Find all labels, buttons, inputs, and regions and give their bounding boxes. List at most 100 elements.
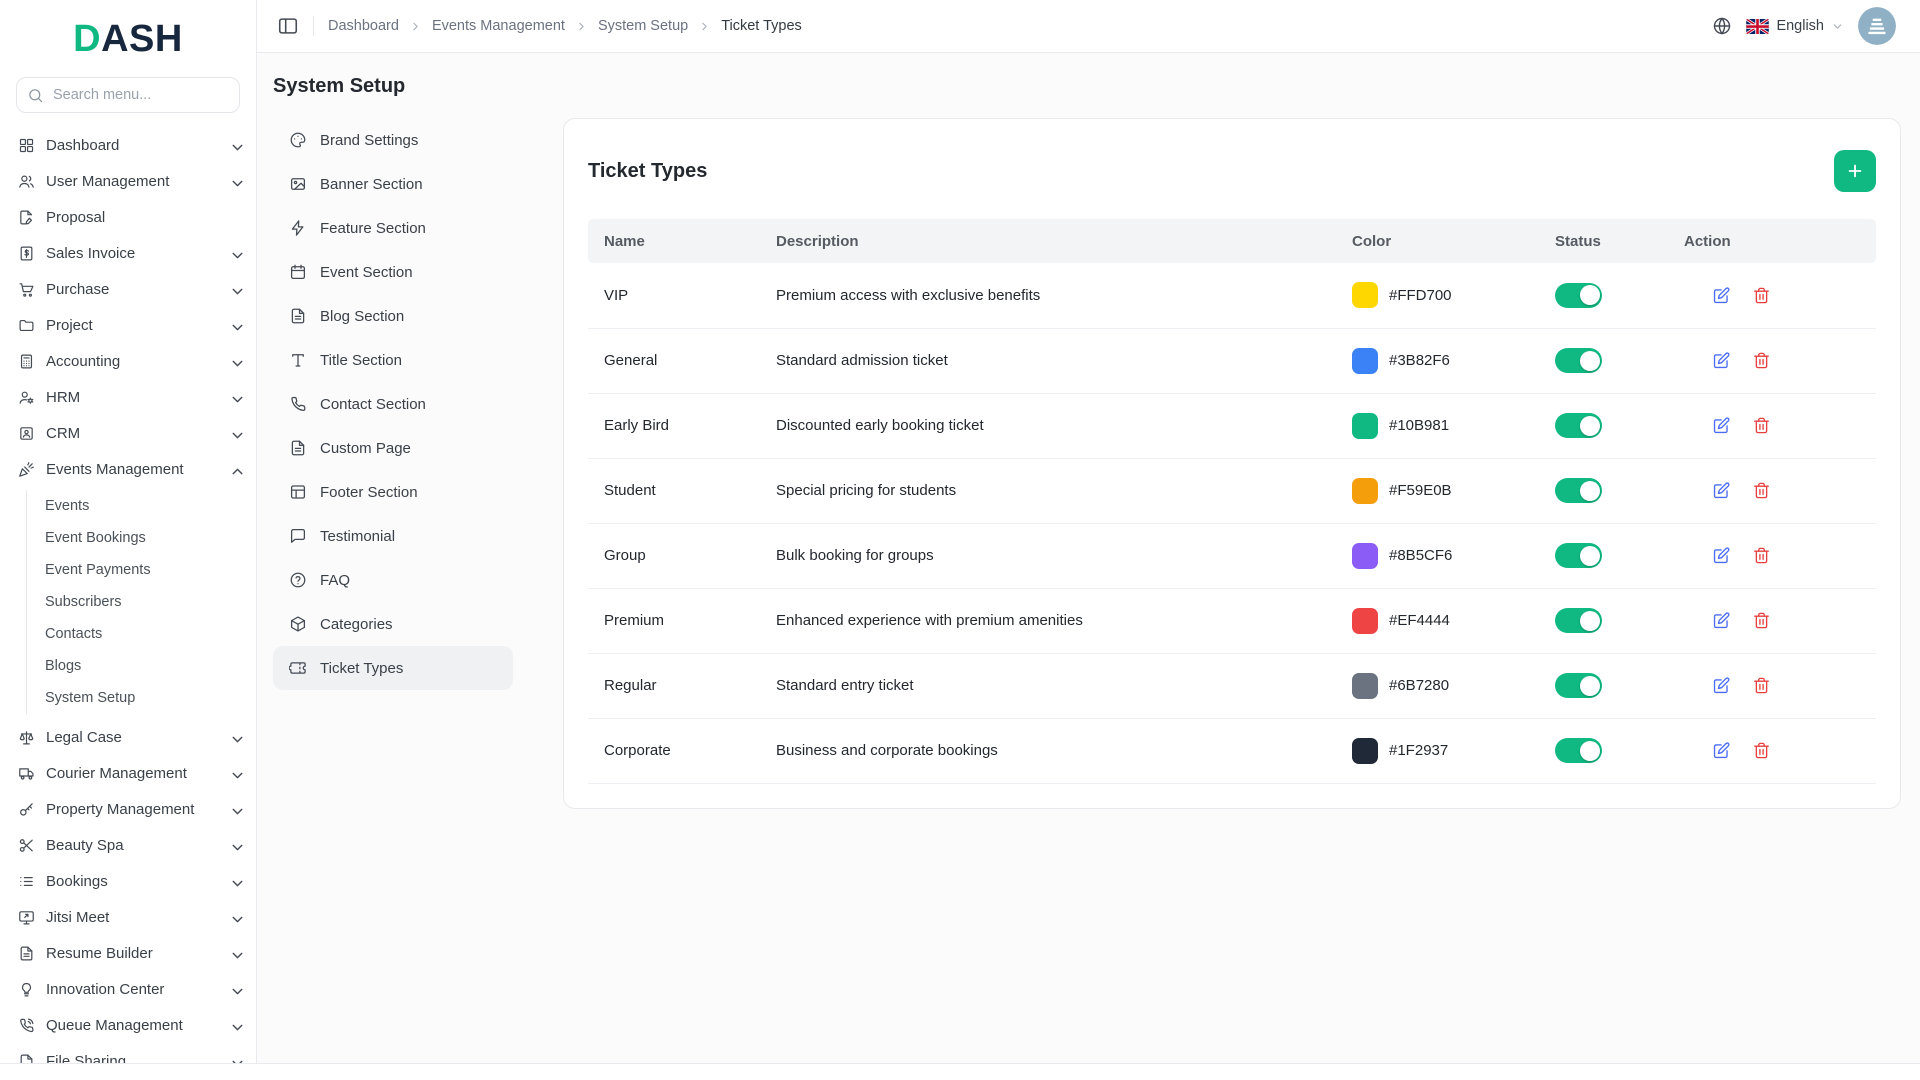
sidebar-item-bookings[interactable]: Bookings	[0, 863, 256, 899]
key-icon	[18, 801, 35, 818]
breadcrumb-item-system-setup[interactable]: System Setup	[598, 18, 688, 34]
sidebar-item-courier-management[interactable]: Courier Management	[0, 755, 256, 791]
sidebar-item-label: Resume Builder	[46, 945, 153, 962]
cell-color: #3B82F6	[1336, 328, 1539, 393]
sidebar-item-label: HRM	[46, 389, 80, 406]
delete-button[interactable]	[1752, 741, 1771, 760]
search-input[interactable]	[16, 77, 240, 113]
chevron-down-icon	[229, 947, 242, 960]
language-selector[interactable]: English	[1746, 18, 1844, 34]
cell-color: #EF4444	[1336, 588, 1539, 653]
sidebar-subitem-contacts[interactable]: Contacts	[27, 618, 256, 650]
sidebar-item-proposal[interactable]: Proposal	[0, 199, 256, 235]
sidebar-item-purchase[interactable]: Purchase	[0, 271, 256, 307]
breadcrumb-item-dashboard[interactable]: Dashboard	[328, 18, 399, 34]
sidebar-item-innovation-center[interactable]: Innovation Center	[0, 971, 256, 1007]
edit-button[interactable]	[1712, 676, 1731, 695]
breadcrumb-item-events-management[interactable]: Events Management	[432, 18, 565, 34]
sidebar-item-accounting[interactable]: Accounting	[0, 343, 256, 379]
sidebar-item-user-management[interactable]: User Management	[0, 163, 256, 199]
status-toggle[interactable]	[1555, 283, 1602, 308]
sidebar-item-label: File Sharing	[46, 1053, 126, 1064]
sidebar-subitem-event-bookings[interactable]: Event Bookings	[27, 522, 256, 554]
setup-menu-item-banner-section[interactable]: Banner Section	[273, 162, 513, 206]
cell-color: #8B5CF6	[1336, 523, 1539, 588]
screen-share-icon	[18, 909, 35, 926]
setup-menu-item-title-section[interactable]: Title Section	[273, 338, 513, 382]
setup-menu-item-label: Feature Section	[320, 220, 426, 237]
setup-menu-item-blog-section[interactable]: Blog Section	[273, 294, 513, 338]
sidebar-item-property-management[interactable]: Property Management	[0, 791, 256, 827]
sidebar-item-dashboard[interactable]: Dashboard	[0, 127, 256, 163]
edit-button[interactable]	[1712, 286, 1731, 305]
sidebar-subitem-blogs[interactable]: Blogs	[27, 650, 256, 682]
status-toggle[interactable]	[1555, 413, 1602, 438]
status-toggle[interactable]	[1555, 348, 1602, 373]
setup-menu-item-feature-section[interactable]: Feature Section	[273, 206, 513, 250]
setup-menu-item-testimonial[interactable]: Testimonial	[273, 514, 513, 558]
globe-icon[interactable]	[1712, 16, 1732, 36]
edit-button[interactable]	[1712, 611, 1731, 630]
edit-button[interactable]	[1712, 741, 1731, 760]
palette-icon	[289, 131, 307, 149]
setup-menu-item-contact-section[interactable]: Contact Section	[273, 382, 513, 426]
chevron-down-icon	[229, 947, 246, 964]
delete-button[interactable]	[1752, 546, 1771, 565]
setup-menu-item-faq[interactable]: FAQ	[273, 558, 513, 602]
status-toggle[interactable]	[1555, 608, 1602, 633]
delete-button[interactable]	[1752, 676, 1771, 695]
sidebar-item-jitsi-meet[interactable]: Jitsi Meet	[0, 899, 256, 935]
chevron-down-icon	[229, 803, 246, 820]
delete-button[interactable]	[1752, 481, 1771, 500]
sidebar-item-queue-management[interactable]: Queue Management	[0, 1007, 256, 1043]
sidebar-item-project[interactable]: Project	[0, 307, 256, 343]
phone-icon	[289, 395, 307, 413]
setup-menu-item-footer-section[interactable]: Footer Section	[273, 470, 513, 514]
sidebar-menu: DashboardUser ManagementProposalSales In…	[0, 127, 256, 1063]
setup-menu-item-categories[interactable]: Categories	[273, 602, 513, 646]
edit-button[interactable]	[1712, 416, 1731, 435]
cell-status	[1539, 263, 1668, 328]
sidebar-item-sales-invoice[interactable]: Sales Invoice	[0, 235, 256, 271]
edit-icon	[1712, 286, 1731, 305]
sidebar-item-hrm[interactable]: HRM	[0, 379, 256, 415]
panel-left-toggle[interactable]	[277, 15, 299, 37]
card-title: Ticket Types	[588, 160, 707, 183]
setup-menu-item-event-section[interactable]: Event Section	[273, 250, 513, 294]
edit-button[interactable]	[1712, 481, 1731, 500]
status-toggle[interactable]	[1555, 478, 1602, 503]
sidebar-subitem-events[interactable]: Events	[27, 490, 256, 522]
sidebar-subitem-system-setup[interactable]: System Setup	[27, 682, 256, 714]
setup-menu-item-ticket-types[interactable]: Ticket Types	[273, 646, 513, 690]
sidebar-subitem-event-payments[interactable]: Event Payments	[27, 554, 256, 586]
sidebar-item-events-management[interactable]: Events Management	[0, 451, 256, 487]
edit-button[interactable]	[1712, 546, 1731, 565]
delete-button[interactable]	[1752, 611, 1771, 630]
status-toggle[interactable]	[1555, 543, 1602, 568]
toggle-knob	[1580, 416, 1600, 436]
status-toggle[interactable]	[1555, 738, 1602, 763]
edit-button[interactable]	[1712, 351, 1731, 370]
sidebar-item-beauty-spa[interactable]: Beauty Spa	[0, 827, 256, 863]
chevron-down-icon	[229, 283, 242, 296]
edit-icon	[1712, 416, 1731, 435]
user-avatar[interactable]	[1858, 7, 1896, 45]
sidebar-item-file-sharing[interactable]: File Sharing	[0, 1043, 256, 1063]
sidebar-subitem-subscribers[interactable]: Subscribers	[27, 586, 256, 618]
delete-button[interactable]	[1752, 416, 1771, 435]
sidebar-item-crm[interactable]: CRM	[0, 415, 256, 451]
sidebar: DASH DashboardUser ManagementProposalSal…	[0, 0, 257, 1063]
setup-menu-item-brand-settings[interactable]: Brand Settings	[273, 118, 513, 162]
sidebar-item-resume-builder[interactable]: Resume Builder	[0, 935, 256, 971]
status-toggle[interactable]	[1555, 673, 1602, 698]
add-ticket-type-button[interactable]	[1834, 150, 1876, 192]
sidebar-item-legal-case[interactable]: Legal Case	[0, 719, 256, 755]
delete-button[interactable]	[1752, 286, 1771, 305]
column-header-description: Description	[760, 219, 1336, 263]
setup-menu-item-custom-page[interactable]: Custom Page	[273, 426, 513, 470]
chevron-right-icon	[409, 20, 422, 33]
trash-icon	[1752, 416, 1771, 435]
delete-button[interactable]	[1752, 351, 1771, 370]
trash-icon	[1752, 676, 1771, 695]
chevron-down-icon	[229, 247, 246, 264]
